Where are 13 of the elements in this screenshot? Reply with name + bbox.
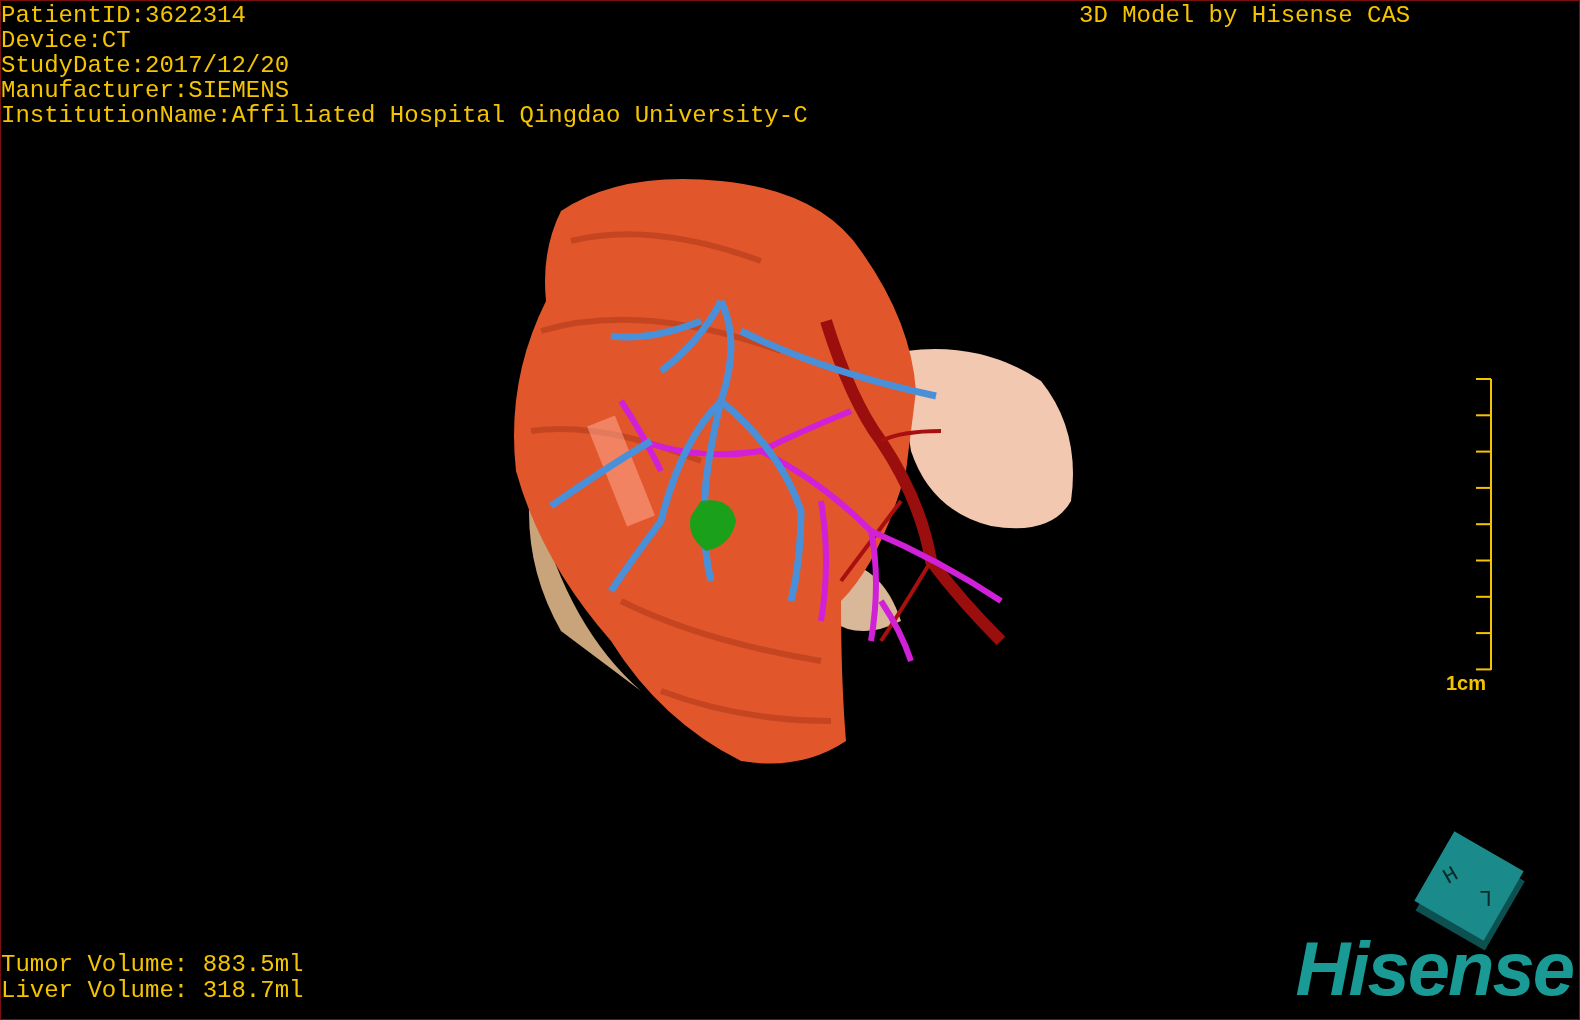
scale-label: 1cm <box>1446 671 1487 695</box>
patient-info-text: Device:CT <box>1 28 132 53</box>
volume-text: Tumor Volume: 883.5ml <box>1 952 304 978</box>
volume-text: Liver Volume: 318.7ml <box>1 978 304 1004</box>
cube-face-label: H <box>1438 860 1465 893</box>
patient-info-text: InstitutionName:Affiliated Hospital Qingdao University-C <box>1 103 808 128</box>
patient-info-text: PatientID:3622314 <box>1 3 247 28</box>
model-credit-text: 3D Model by Hisense CAS <box>1079 3 1411 28</box>
patient-info-text: Manufacturer:SIEMENS <box>1 78 291 103</box>
cube-face-label: L <box>1479 882 1493 911</box>
logo-wordmark: Hisense <box>1295 929 1573 1009</box>
scale-bar-icon <box>1473 378 1493 671</box>
patient-info-text: StudyDate:2017/12/20 <box>1 53 291 78</box>
